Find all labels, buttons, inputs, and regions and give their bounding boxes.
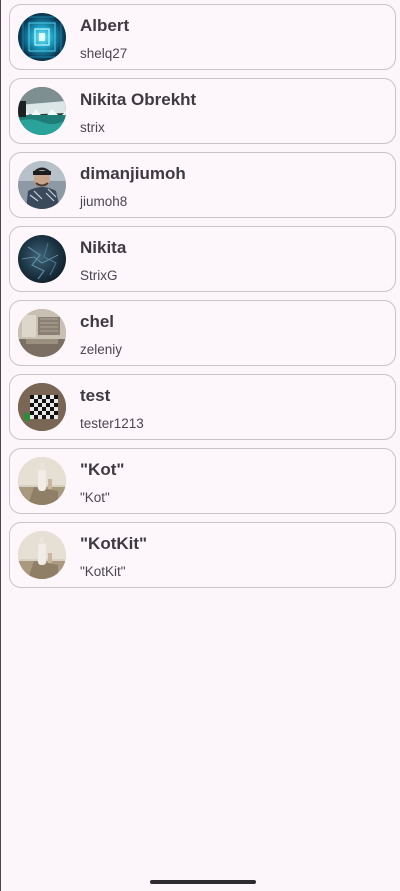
dark-abstract-photo-avatar xyxy=(18,235,66,283)
chat-username: zeleniy xyxy=(80,342,123,357)
chat-list: Albert shelq27 Nikita Obrekht strix dima… xyxy=(9,4,396,596)
chat-list-screen: 2:32 xyxy=(0,0,400,891)
chat-name: Nikita xyxy=(80,238,127,257)
chat-username: tester1213 xyxy=(80,416,144,431)
chat-name: dimanjiumoh xyxy=(80,164,186,183)
chat-username: "Kot" xyxy=(80,490,110,505)
bottle-photo-avatar xyxy=(18,531,66,579)
room-photo-avatar xyxy=(18,309,66,357)
chat-name: "Kot" xyxy=(80,460,125,479)
waterfall-photo-avatar xyxy=(18,87,66,135)
chat-name: chel xyxy=(80,312,115,331)
chat-username: shelq27 xyxy=(80,46,128,61)
bottle-photo-avatar xyxy=(18,457,66,505)
chat-name: "KotKit" xyxy=(80,534,148,553)
checkerboard-photo-avatar xyxy=(18,383,66,431)
chat-name: Nikita Obrekht xyxy=(80,90,197,109)
home-indicator[interactable] xyxy=(150,880,256,884)
chat-item[interactable]: "Kot" "Kot" xyxy=(9,448,396,514)
chat-item[interactable]: Nikita StrixG xyxy=(9,226,396,292)
chat-item[interactable]: test tester1213 xyxy=(9,374,396,440)
chat-item[interactable]: "KotKit" "KotKit" xyxy=(9,522,396,588)
chat-username: strix xyxy=(80,120,105,135)
chat-item[interactable]: Albert shelq27 xyxy=(9,4,396,70)
chat-name: Albert xyxy=(80,16,130,35)
chat-item[interactable]: Nikita Obrekht strix xyxy=(9,78,396,144)
chat-username: "KotKit" xyxy=(80,564,126,579)
chat-item[interactable]: dimanjiumoh jiumoh8 xyxy=(9,152,396,218)
chat-username: jiumoh8 xyxy=(80,194,128,209)
chat-name: test xyxy=(80,386,111,405)
person-photo-avatar xyxy=(18,161,66,209)
tunnel-photo-avatar xyxy=(18,13,66,61)
chat-item[interactable]: chel zeleniy xyxy=(9,300,396,366)
chat-username: StrixG xyxy=(80,268,118,283)
